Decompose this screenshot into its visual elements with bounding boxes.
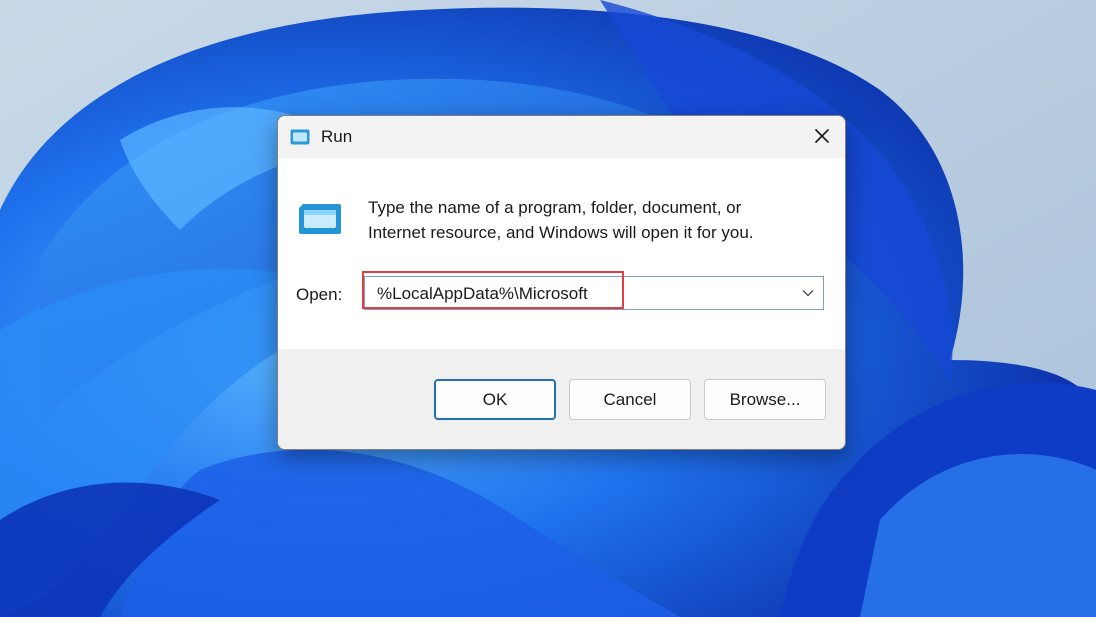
chevron-down-icon bbox=[802, 290, 814, 297]
ok-button[interactable]: OK bbox=[434, 379, 556, 420]
close-icon bbox=[814, 128, 830, 144]
button-bar: OK Cancel Browse... bbox=[278, 349, 845, 449]
dialog-title: Run bbox=[321, 127, 353, 146]
description: Type the name of a program, folder, docu… bbox=[368, 195, 808, 245]
run-dialog: Run Type the name of a program, folder, … bbox=[277, 115, 846, 450]
open-combobox[interactable]: %LocalAppData%\Microsoft bbox=[364, 276, 824, 310]
run-icon bbox=[290, 129, 310, 145]
title-bar[interactable]: Run bbox=[278, 116, 845, 158]
dialog-content: Type the name of a program, folder, docu… bbox=[278, 158, 845, 349]
open-input[interactable]: %LocalAppData%\Microsoft bbox=[377, 284, 588, 304]
dropdown-button[interactable] bbox=[793, 277, 823, 309]
description-line: Internet resource, and Windows will open… bbox=[368, 223, 754, 242]
browse-button[interactable]: Browse... bbox=[704, 379, 826, 420]
description-line: Type the name of a program, folder, docu… bbox=[368, 198, 742, 217]
close-button[interactable] bbox=[799, 116, 845, 156]
open-label: Open: bbox=[296, 285, 343, 304]
run-icon bbox=[299, 204, 341, 234]
cancel-button[interactable]: Cancel bbox=[569, 379, 691, 420]
